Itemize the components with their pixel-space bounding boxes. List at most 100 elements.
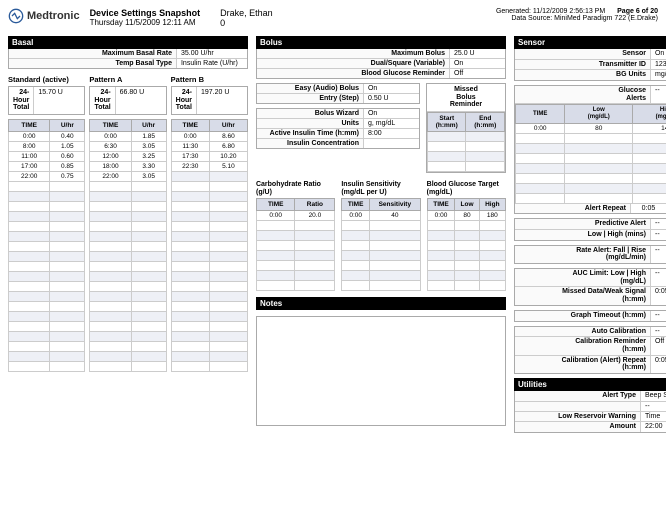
- bolus-heading: Bolus: [256, 36, 506, 49]
- table-row: 22:000.75: [9, 172, 85, 182]
- table-row: [90, 292, 166, 302]
- table-row: [90, 182, 166, 192]
- table-row: [90, 222, 166, 232]
- active-insulin-time-value: 8:00: [364, 129, 419, 138]
- table-row: 22:003.05: [90, 172, 166, 182]
- table-row: [90, 312, 166, 322]
- table-row: [427, 221, 505, 231]
- table-row: [9, 262, 85, 272]
- table-row: [90, 352, 166, 362]
- table-row: [171, 192, 247, 202]
- table-row: [256, 251, 334, 261]
- table-row: [171, 352, 247, 362]
- pattern-total-label: 24-Hour Total: [90, 87, 115, 114]
- pattern-name: Pattern B: [171, 75, 248, 84]
- table-row: [90, 272, 166, 282]
- table-row: [171, 272, 247, 282]
- table-row: [90, 282, 166, 292]
- table-row: [90, 242, 166, 252]
- table-row: [515, 183, 666, 193]
- graph-timeout-label: Graph Timeout (h:mm): [515, 311, 651, 321]
- table-row: [171, 232, 247, 242]
- insulin-sens-table: TIMESensitivity0:0040: [341, 198, 420, 291]
- transmitter-id-value: 1234567: [651, 60, 666, 70]
- table-row: [90, 212, 166, 222]
- max-basal-rate-label: Maximum Basal Rate: [9, 49, 177, 58]
- glucose-alerts-value: --: [651, 86, 666, 103]
- basal-pattern: Pattern A 24-Hour Total66.80 U TIMEU/hr0…: [89, 75, 166, 372]
- report-title-block: Device Settings Snapshot Thursday 11/5/2…: [90, 8, 201, 27]
- table-row: [342, 251, 420, 261]
- table-row: 0:000.40: [9, 132, 85, 142]
- pattern-total-value: 66.80 U: [116, 87, 166, 114]
- table-row: [9, 252, 85, 262]
- table-row: 0:0080140: [515, 123, 666, 133]
- bg-target-table: TIMELowHigh0:0080180: [427, 198, 506, 291]
- sensor-on-value: On: [651, 49, 666, 59]
- table-row: [427, 251, 505, 261]
- bg-units-value: mg/dL: [651, 70, 666, 80]
- notes-heading: Notes: [256, 297, 506, 310]
- table-row: 0:001.85: [90, 132, 166, 142]
- table-row: 12:003.25: [90, 152, 166, 162]
- basal-pattern: Standard (active) 24-Hour Total15.70 U T…: [8, 75, 85, 372]
- table-row: [171, 252, 247, 262]
- easy-bolus-label: Easy (Audio) Bolus: [257, 84, 364, 93]
- transmitter-id-label: Transmitter ID: [515, 60, 651, 70]
- basal-heading: Basal: [8, 36, 248, 49]
- table-row: [90, 322, 166, 332]
- brand-logo: Medtronic: [8, 8, 80, 24]
- amount-value: 22:00: [641, 422, 666, 432]
- table-row: [9, 212, 85, 222]
- alert-type-label: Alert Type: [515, 391, 641, 401]
- insulin-sens-title: Insulin Sensitivity (mg/dL per U): [341, 181, 420, 196]
- glucose-alerts-table: TIMELow (mg/dL)High (mg/dL)0:0080140: [515, 104, 666, 203]
- pattern-total-label: 24-Hour Total: [9, 87, 34, 114]
- basal-rate-table: TIMEU/hr0:001.856:303.0512:003.2518:003.…: [89, 119, 166, 372]
- rate-alert-label: Rate Alert: Fall | Rise (mg/dL/min): [515, 246, 651, 263]
- table-row: [90, 192, 166, 202]
- alert-repeat-label: Alert Repeat: [515, 204, 631, 214]
- low-high-mins-label: Low | High (mins): [515, 230, 651, 240]
- rate-alert-value: --: [651, 246, 666, 263]
- table-row: [9, 302, 85, 312]
- utilities-heading: Utilities: [514, 378, 666, 391]
- missed-end-header: End (h:mm): [466, 113, 505, 132]
- table-row: [342, 261, 420, 271]
- table-row: 18:003.30: [90, 162, 166, 172]
- table-row: [9, 352, 85, 362]
- table-row: [90, 202, 166, 212]
- table-row: [171, 262, 247, 272]
- table-row: [256, 231, 334, 241]
- auto-calibration-label: Auto Calibration: [515, 327, 651, 337]
- table-row: [171, 282, 247, 292]
- pattern-name: Pattern A: [89, 75, 166, 84]
- active-insulin-time-label: Active Insulin Time (h:mm): [257, 129, 364, 138]
- insulin-conc-value: [364, 139, 419, 148]
- table-row: [9, 282, 85, 292]
- table-row: [256, 261, 334, 271]
- table-row: [515, 143, 666, 153]
- table-row: [171, 182, 247, 192]
- table-row: [427, 231, 505, 241]
- table-row: [171, 312, 247, 322]
- calibration-alert-repeat-label: Calibration (Alert) Repeat (h:mm): [515, 356, 651, 373]
- table-row: [342, 221, 420, 231]
- table-row: 8:001.05: [9, 142, 85, 152]
- pattern-total-value: 15.70 U: [34, 87, 84, 114]
- table-row: [427, 281, 505, 291]
- table-row: [90, 302, 166, 312]
- dual-square-label: Dual/Square (Variable): [257, 59, 450, 68]
- missed-bolus-title: Missed Bolus Reminder: [427, 84, 505, 112]
- table-row: 22:305.10: [171, 162, 247, 172]
- table-row: [171, 222, 247, 232]
- table-row: [9, 362, 85, 372]
- auc-limit-value: --: [651, 269, 666, 286]
- low-reservoir-label: Low Reservoir Warning: [515, 412, 641, 422]
- units-value: g, mg/dL: [364, 119, 419, 128]
- table-row: 17:3010.20: [171, 152, 247, 162]
- table-row: [90, 362, 166, 372]
- temp-basal-type-value: Insulin Rate (U/hr): [177, 59, 247, 68]
- predictive-alert-value: --: [651, 219, 666, 229]
- table-row: 0:0040: [342, 211, 420, 221]
